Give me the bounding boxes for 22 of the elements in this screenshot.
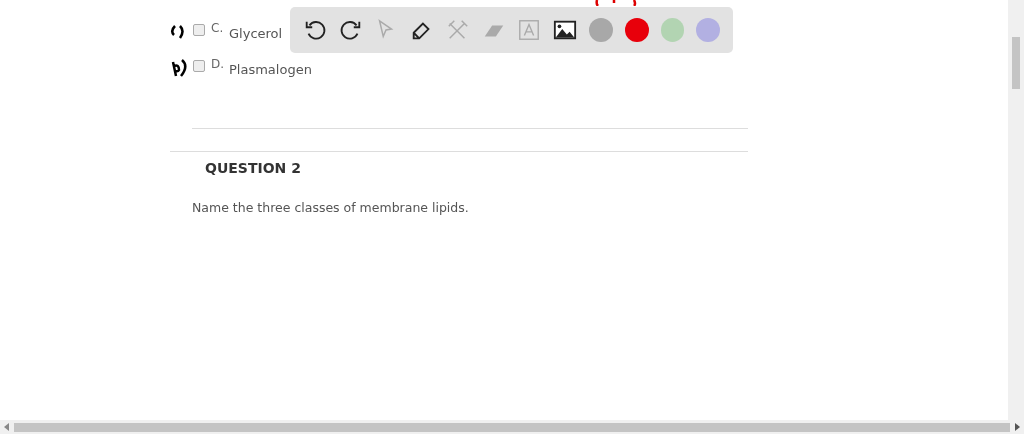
horizontal-scrollbar[interactable] <box>0 420 1024 434</box>
checkbox[interactable] <box>193 24 205 36</box>
color-swatch[interactable] <box>624 18 649 42</box>
vertical-scrollbar[interactable] <box>1008 0 1024 420</box>
scroll-thumb[interactable] <box>1012 37 1020 89</box>
text-box-icon <box>517 18 542 42</box>
scroll-left-icon[interactable] <box>4 423 10 431</box>
option-label: Plasmalogen <box>229 62 312 77</box>
handwritten-mark <box>594 0 638 6</box>
checkbox[interactable] <box>193 60 205 72</box>
redo-icon <box>338 18 363 42</box>
image-icon <box>553 18 578 42</box>
color-swatch[interactable] <box>660 18 685 42</box>
option-letter: D. <box>211 57 223 71</box>
question-text: Name the three classes of membrane lipids. <box>192 200 470 215</box>
scroll-thumb[interactable] <box>14 422 1010 432</box>
option-letter: C. <box>211 21 223 35</box>
scroll-right-icon[interactable] <box>1014 423 1020 431</box>
option-label: Glycerol <box>229 26 283 41</box>
color-swatch[interactable] <box>589 18 613 42</box>
color-swatch[interactable] <box>696 18 721 42</box>
question-heading: QUESTION 2 <box>205 160 302 176</box>
